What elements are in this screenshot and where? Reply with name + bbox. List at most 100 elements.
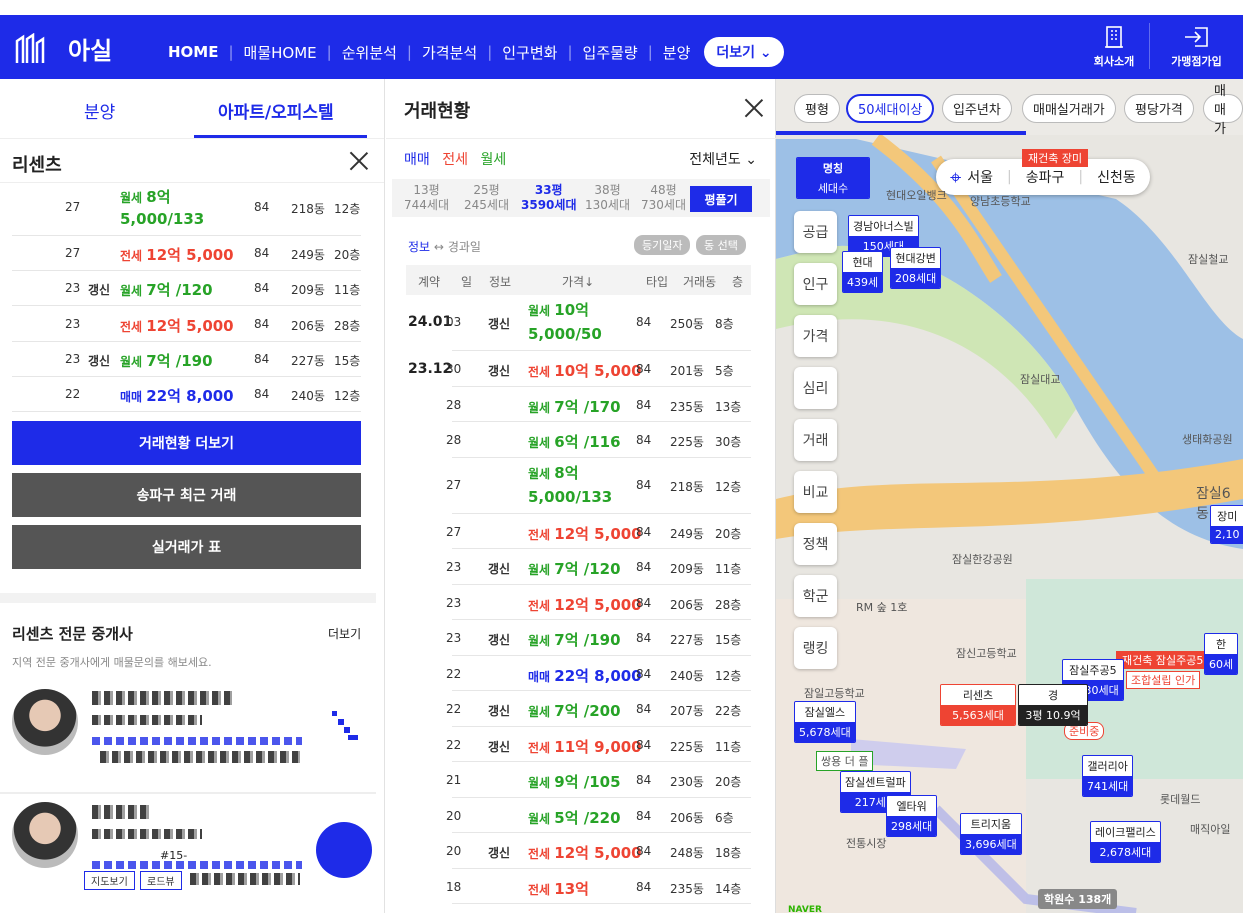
map-pin[interactable]: 현대 439세 [842, 251, 884, 293]
dong-select-chip[interactable]: 동 선택 [696, 235, 746, 255]
location-district[interactable]: 송파구 [1026, 167, 1065, 187]
table-row[interactable]: 22 매매 22억 8,000 84 240동 12층 [446, 656, 751, 691]
side-price[interactable]: 가격 [794, 315, 837, 357]
nav-ranking[interactable]: 순위분석 [342, 42, 397, 63]
agent-phone-redacted [92, 737, 302, 745]
map-area[interactable]: 평형 50세대이상 입주년차 매매실거래가 평당가격 매매가 명칭 세대수 ⌖ 서… [776, 79, 1243, 913]
table-row[interactable]: 23 갱신 월세 7억 /190 84 227동 15층 [446, 620, 751, 656]
franchise-button[interactable]: 가맹점가입 [1149, 23, 1243, 69]
tab-monthly[interactable]: 월세 [480, 152, 506, 168]
tab-apartment[interactable]: 아파트/오피스텔 [218, 98, 334, 123]
side-ranking[interactable]: 랭킹 [794, 627, 837, 669]
pyeong-expand-button[interactable]: 평풀기 [690, 186, 752, 212]
nav-price-analysis[interactable]: 가격분석 [422, 42, 477, 63]
avatar[interactable] [12, 802, 78, 868]
side-supply[interactable]: 공급 [794, 211, 837, 253]
table-row[interactable]: 22 갱신 월세 7억 /200 84 207동 22층 [446, 691, 751, 727]
tab-jeonse[interactable]: 전세 [442, 152, 468, 168]
register-date-chip[interactable]: 등기일자 [634, 235, 691, 255]
more-button[interactable]: 더보기 ⌄ [704, 37, 784, 67]
filter-50-households[interactable]: 50세대이상 [846, 94, 935, 123]
list-item[interactable]: 27 전세 12억 5,000 84 249동 20층 [12, 236, 361, 271]
map-pin[interactable]: 잠실엘스 5,678세대 [794, 701, 856, 743]
filter-move-in-year[interactable]: 입주년차 [942, 94, 1012, 123]
pyeong-option[interactable]: 25평 245세대 [464, 183, 509, 213]
side-school[interactable]: 학군 [794, 575, 837, 617]
tab-sale[interactable]: 매매 [404, 152, 430, 168]
filter-pyeong[interactable]: 평형 [794, 94, 840, 123]
filter-sale[interactable]: 매매가 [1203, 84, 1243, 137]
left-panel: 분양 아파트/오피스텔 리센츠 27 월세 8억 5,000/133 84 218… [0, 79, 385, 913]
table-header: 계약 일 정보 가격↓ 타입 거래동 층 [406, 265, 751, 295]
table-row[interactable]: 20 월세 5억 /220 84 206동 6층 [446, 798, 751, 833]
agent-phone-redacted [100, 751, 300, 763]
agent-info-redacted [92, 715, 202, 725]
close-icon[interactable] [744, 98, 764, 118]
list-item[interactable]: 23 전세 12억 5,000 84 206동 28층 [12, 306, 361, 342]
map-pin-selected[interactable]: 리센츠 5,563세대 [940, 684, 1016, 726]
map-pin[interactable]: 레이크팰리스 2,678세대 [1090, 821, 1161, 863]
pyeong-option[interactable]: 48평 730세대 [641, 183, 686, 213]
pyeong-option-selected[interactable]: 33평 3590세대 [521, 183, 576, 213]
company-button[interactable]: 회사소개 [1079, 23, 1149, 69]
list-item[interactable]: 23 갱신 월세 7억 /120 84 209동 11층 [12, 271, 361, 306]
map-pin[interactable]: 장미 2,10 [1210, 505, 1243, 544]
location-dong[interactable]: 신천동 [1097, 167, 1136, 187]
filter-sale-price[interactable]: 매매실거래가 [1022, 94, 1116, 123]
avatar[interactable] [12, 689, 78, 755]
tab-presale[interactable]: 분양 [84, 98, 115, 123]
nav-supply[interactable]: 입주물량 [583, 42, 638, 63]
table-row[interactable]: 28 월세 7억 /170 84 235동 13층 [446, 387, 751, 422]
year-select[interactable]: 전체년도 ⌄ [689, 149, 757, 169]
table-row[interactable]: 18 전세 13억 84 235동 14층 [446, 869, 751, 904]
map-pin[interactable]: 경 3평 10.9억 [1018, 684, 1088, 726]
crosshair-icon[interactable]: ⌖ [950, 165, 961, 189]
nav-presale[interactable]: 분양 [663, 42, 691, 63]
info-toggle[interactable]: 정보 ↔ 경과일 [408, 238, 481, 255]
map-view-button[interactable]: 지도보기 [84, 871, 135, 890]
map-pin[interactable]: 한 60세 [1204, 633, 1239, 675]
table-row[interactable]: 21 월세 9억 /105 84 230동 20층 [446, 762, 751, 798]
agent-more-link[interactable]: 더보기 [328, 625, 361, 642]
list-item[interactable]: 23 갱신 월세 7억 /190 84 227동 15층 [12, 342, 361, 377]
map-pin[interactable]: 현대강변 208세대 [890, 247, 942, 289]
table-row[interactable]: 20 갱신 전세 12억 5,000 84 248동 18층 [446, 833, 751, 869]
table-row[interactable]: 22 갱신 전세 11억 9,000 84 225동 11층 [446, 727, 751, 762]
pyeong-option[interactable]: 38평 130세대 [585, 183, 630, 213]
table-row[interactable]: 27 전세 12억 5,000 84 249동 20층 [446, 514, 751, 549]
table-row[interactable]: 24.01 03 갱신 월세 10억 5,000/50 84 250동 8층 [408, 295, 751, 351]
map-pin[interactable]: 갤러리아 741세대 [1082, 755, 1134, 797]
map-label: 잠실한강공원 [952, 553, 1013, 566]
pyeong-option[interactable]: 13평 744세대 [404, 183, 449, 213]
nav-home[interactable]: HOME [168, 43, 218, 61]
side-policy[interactable]: 정책 [794, 523, 837, 565]
table-row[interactable]: 27 월세 8억 5,000/133 84 218동 12층 [446, 458, 751, 514]
call-icon[interactable] [330, 709, 360, 749]
filter-price-per-pyeong[interactable]: 평당가격 [1124, 94, 1194, 123]
call-icon[interactable] [316, 822, 372, 878]
nav-population[interactable]: 인구변화 [502, 42, 557, 63]
table-row[interactable]: 23.12 30 갱신 전세 10억 5,000 84 201동 5층 [408, 351, 751, 387]
side-deals[interactable]: 거래 [794, 419, 837, 461]
nav-listing-home[interactable]: 매물HOME [244, 42, 317, 63]
side-compare[interactable]: 비교 [794, 471, 837, 513]
side-population[interactable]: 인구 [794, 263, 837, 305]
map-pin[interactable]: 엘타워 298세대 [886, 795, 938, 837]
table-row[interactable]: 23 갱신 월세 7억 /120 84 209동 11층 [446, 549, 751, 585]
table-row[interactable]: 28 월세 6억 /116 84 225동 30층 [446, 422, 751, 458]
filter-scrollbar[interactable] [776, 131, 1026, 135]
songpa-recent-button[interactable]: 송파구 최근 거래 [12, 473, 361, 517]
list-item[interactable]: 22 매매 22억 8,000 84 240동 12층 [12, 377, 361, 412]
location-city[interactable]: 서울 [967, 167, 993, 187]
side-sentiment[interactable]: 심리 [794, 367, 837, 409]
list-item[interactable]: 27 월세 8억 5,000/133 84 218동 12층 [12, 183, 361, 236]
price-table-button[interactable]: 실거래가 표 [12, 525, 361, 569]
map-legend: 명칭 세대수 [796, 157, 870, 199]
map-pin[interactable]: 트리지움 3,696세대 [960, 813, 1022, 855]
academy-count-badge[interactable]: 학원수 138개 [1038, 889, 1118, 909]
close-icon[interactable] [349, 151, 369, 171]
more-deals-button[interactable]: 거래현황 더보기 [12, 421, 361, 465]
logo[interactable]: 아실 [14, 31, 112, 66]
roadview-button[interactable]: 로드뷰 [140, 871, 182, 890]
table-row[interactable]: 23 전세 12억 5,000 84 206동 28층 [446, 585, 751, 620]
